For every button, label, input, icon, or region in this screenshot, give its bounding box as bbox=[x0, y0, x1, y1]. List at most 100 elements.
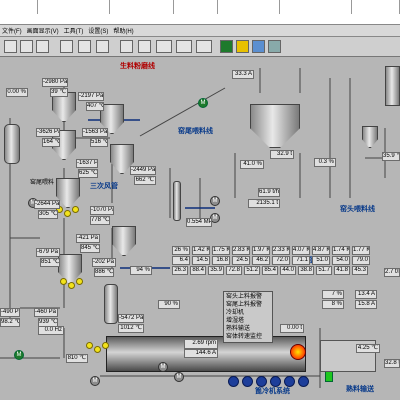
c1a-temp: 39 ℃ bbox=[50, 88, 68, 97]
cooler-fan-icon-3[interactable] bbox=[256, 376, 267, 387]
blower-open-2: 8 % bbox=[322, 300, 344, 309]
cooler-fan-icon-2[interactable] bbox=[242, 376, 253, 387]
kiln-current: 144.6 A bbox=[184, 349, 218, 358]
calciner-temp: 886 ℃ bbox=[94, 268, 114, 277]
cooler-fan-icon-6[interactable] bbox=[298, 376, 309, 387]
trend-icon[interactable] bbox=[268, 40, 281, 53]
blower-current-1: 13.4 A bbox=[355, 290, 377, 299]
kiln-head-rate: 2.7 t/h bbox=[384, 268, 400, 277]
row1-cell-1: 1.42 KPa bbox=[192, 246, 210, 255]
c2-pressure: -3626 Pa bbox=[36, 128, 60, 137]
row2-cell-1: 14.5 bbox=[192, 256, 210, 265]
menu-file[interactable]: 文件(F) bbox=[2, 26, 22, 35]
air-pressure: 0.554 MPa bbox=[186, 218, 212, 227]
row1-cell-8: 1.74 KPa bbox=[332, 246, 350, 255]
valve-icon-7[interactable] bbox=[86, 342, 93, 349]
row3-cell-10: 45.3 bbox=[352, 266, 368, 275]
layout-icon[interactable] bbox=[196, 40, 212, 53]
screen-icon[interactable] bbox=[176, 40, 192, 53]
cooler-weight: 0.00 t bbox=[280, 324, 304, 333]
fan-frequency[interactable]: 0.0 Hz bbox=[38, 326, 64, 335]
cooler-fan-icon-5[interactable] bbox=[284, 376, 295, 387]
c3-temp: 516 ℃ bbox=[90, 138, 108, 147]
fan-motor-icon-1[interactable]: M bbox=[198, 98, 208, 108]
valve-icon-8[interactable] bbox=[94, 346, 101, 353]
burner-flame-icon bbox=[290, 344, 306, 360]
row1-cell-0: 26 % bbox=[172, 246, 190, 255]
window-icon[interactable] bbox=[156, 40, 172, 53]
cooler-fan-icon-1[interactable] bbox=[228, 376, 239, 387]
c5a-pressure: -2644 Pa bbox=[34, 200, 60, 209]
copy-icon[interactable] bbox=[78, 40, 91, 53]
menu-bar: 文件(F) 画面显示(V) 工具(T) 设置(S) 帮助(H) bbox=[0, 25, 400, 37]
calciner-pressure: -202 Pa bbox=[92, 258, 116, 267]
info-icon[interactable] bbox=[252, 40, 265, 53]
c5a-temp: 305 ℃ bbox=[38, 210, 58, 219]
fan-motor-icon-4[interactable]: M bbox=[14, 350, 24, 360]
valve-icon-2[interactable] bbox=[64, 210, 71, 217]
alarm-line-4: 增湿塔 bbox=[226, 318, 245, 324]
blower-open-1: 7 % bbox=[322, 290, 344, 299]
inlet-temp: 1012 ℃ bbox=[118, 324, 144, 333]
blower-current-2: 15.8 A bbox=[355, 300, 377, 309]
row1-cell-2: 1.75 KPa bbox=[212, 246, 230, 255]
kiln-speed: 2.69 rpm bbox=[184, 339, 218, 349]
c4b-pressure: -2449 Pa bbox=[130, 166, 156, 175]
burner-temp: 4.25 ℃ bbox=[356, 344, 380, 353]
print-icon[interactable] bbox=[60, 40, 73, 53]
row1-cell-3: 2.83 KPa bbox=[232, 246, 250, 255]
open-icon[interactable] bbox=[20, 40, 33, 53]
valve-icon-5[interactable] bbox=[68, 282, 75, 289]
title-kiln-tail-feed: 窑尾喂料线 bbox=[178, 128, 213, 135]
warn-icon[interactable] bbox=[236, 40, 249, 53]
exhaust-pressure: -490 Pa bbox=[0, 308, 20, 317]
c4a-pressure: -1637 Pa bbox=[76, 159, 98, 168]
row2-cell-6: 71.1 bbox=[292, 256, 310, 265]
motor-icon-8[interactable]: M bbox=[90, 376, 100, 386]
alarm-line-5: 熟料输送 bbox=[226, 326, 251, 332]
feed-rate: 61.9 t/h bbox=[258, 188, 280, 197]
c3-pressure: -1563 Pa bbox=[82, 128, 108, 137]
valve-icon-3[interactable] bbox=[72, 206, 79, 213]
row2-cell-0: 6.4 bbox=[172, 256, 190, 265]
top-status-strip bbox=[0, 0, 400, 25]
grid-icon[interactable] bbox=[138, 40, 151, 53]
bin-weight: 32.9 t bbox=[270, 150, 294, 159]
row2-cell-7: 51.0 bbox=[312, 256, 330, 265]
c1a-pressure: -2980 Pa bbox=[42, 78, 68, 87]
save-icon[interactable] bbox=[36, 40, 49, 53]
dcs-window: 文件(F) 画面显示(V) 工具(T) 设置(S) 帮助(H) 生料粉磨线 窑尾… bbox=[0, 0, 400, 400]
valve-icon-6[interactable] bbox=[76, 278, 83, 285]
valve-open: 0.3 % bbox=[314, 158, 336, 167]
row3-cell-8: 51.7 bbox=[316, 266, 332, 275]
row2-cell-4: 46.2 bbox=[252, 256, 270, 265]
row3-cell-3: 72.8 bbox=[226, 266, 242, 275]
motor-icon-2[interactable]: M bbox=[210, 196, 220, 206]
menu-help[interactable]: 帮助(H) bbox=[113, 26, 133, 35]
cooler-fan-icon-4[interactable] bbox=[270, 376, 281, 387]
paste-icon[interactable] bbox=[96, 40, 109, 53]
valve-icon-9[interactable] bbox=[102, 342, 109, 349]
menu-settings[interactable]: 设置(S) bbox=[88, 26, 108, 35]
alarm-panel[interactable]: 窑头上料报警 窑尾上料报警 冷却机 增湿塔 熟料输送 窑体转速监控 bbox=[223, 291, 273, 343]
row3-cell-2: 35.9 bbox=[208, 266, 224, 275]
valve-icon-4[interactable] bbox=[60, 278, 67, 285]
motor-icon-6[interactable]: M bbox=[158, 362, 168, 372]
row3-cell-7: 38.8 bbox=[298, 266, 314, 275]
c2-temp: 164 ℃ bbox=[42, 138, 60, 147]
menu-tools[interactable]: 工具(T) bbox=[64, 26, 84, 35]
c1b-temp: 407 ℃ bbox=[86, 102, 104, 111]
new-icon[interactable] bbox=[4, 40, 17, 53]
menu-view[interactable]: 画面显示(V) bbox=[27, 26, 59, 35]
c6-temp: 845 ℃ bbox=[80, 244, 100, 253]
row3-cell-5: 85.4 bbox=[262, 266, 278, 275]
zoom-icon[interactable] bbox=[120, 40, 133, 53]
motor-icon-7[interactable]: M bbox=[174, 372, 184, 382]
run-icon[interactable] bbox=[220, 40, 233, 53]
title-grate-cooler: 篦冷机系统 bbox=[255, 388, 290, 395]
calciner bbox=[104, 284, 118, 324]
feed-total: 2135.1 t bbox=[248, 199, 280, 208]
row2-cell-9: 79.0 bbox=[352, 256, 370, 265]
row1-cell-7: 4.87 KPa bbox=[312, 246, 330, 255]
alarm-line-2: 窑尾上料报警 bbox=[226, 302, 263, 308]
